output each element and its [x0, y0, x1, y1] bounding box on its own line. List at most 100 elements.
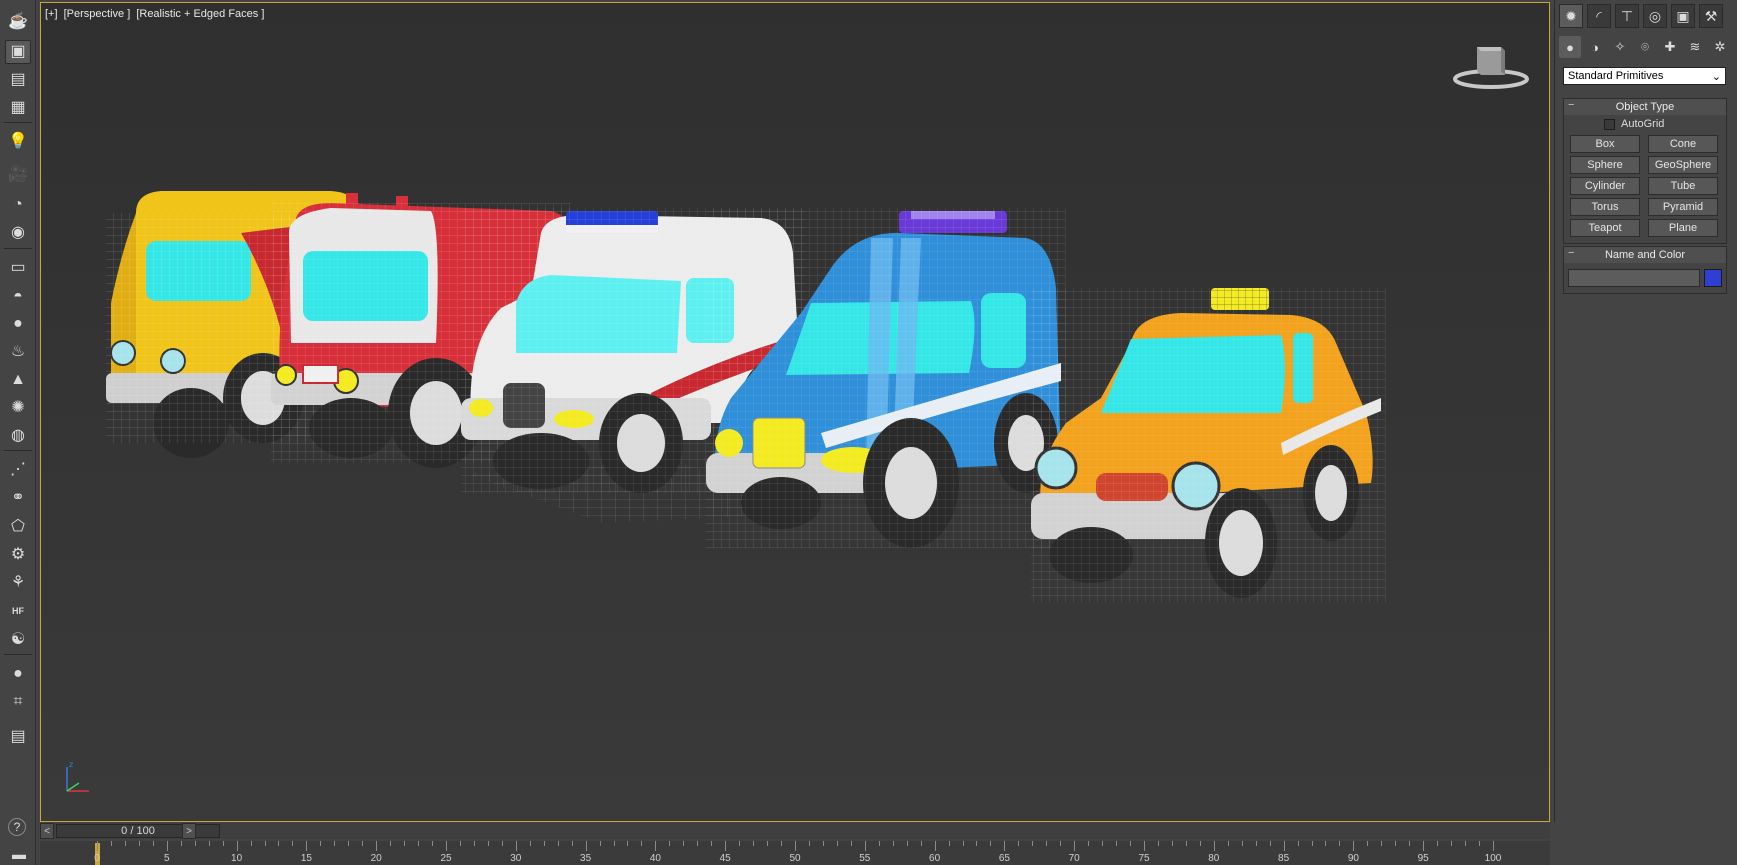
timeline-tick-label: 80	[1208, 853, 1220, 864]
render-icon[interactable]: ◔	[5, 193, 31, 217]
render-active-icon[interactable]: ◉	[5, 221, 31, 245]
timeline-tick	[362, 841, 364, 846]
create-tab-icon[interactable]: ✹	[1559, 4, 1583, 28]
teapot-button[interactable]: Teapot	[1570, 219, 1640, 237]
gear-icon[interactable]: ⚙	[5, 543, 31, 567]
timeline-tick-label: 50	[789, 853, 801, 864]
timeline-tick	[739, 841, 741, 846]
teapot-icon[interactable]: ☕	[5, 10, 31, 34]
modify-tab-icon[interactable]: ◜	[1587, 4, 1611, 28]
time-prev-button[interactable]: <	[40, 823, 54, 839]
shell-icon[interactable]: ☯	[5, 628, 31, 652]
material-editor-icon[interactable]: ▤	[5, 68, 31, 92]
timeline-tick	[418, 841, 420, 846]
timeline-tick	[501, 841, 503, 846]
timeline-tick	[1185, 841, 1187, 846]
material-ball-icon[interactable]: ●	[5, 662, 31, 686]
mini-listener-icon[interactable]: ▬	[8, 844, 30, 864]
hair-fur-icon[interactable]: HF	[5, 599, 31, 623]
layers-icon[interactable]: ▤	[5, 725, 31, 749]
object-name-input[interactable]	[1568, 269, 1700, 287]
helpers-icon[interactable]: ✚	[1659, 36, 1681, 58]
timeline-tick-label: 95	[1417, 853, 1429, 864]
render-setup-icon[interactable]: ▣	[5, 40, 31, 64]
render-frame-icon[interactable]: ▦	[5, 96, 31, 120]
sky-icon[interactable]: ◍	[5, 424, 31, 448]
cone-icon[interactable]: ▲	[5, 368, 31, 392]
timeline-tick	[97, 841, 98, 851]
timeline-tick-label: 75	[1138, 853, 1150, 864]
teapot-primitive-icon[interactable]: ♨	[5, 340, 31, 364]
particles-icon[interactable]: ⋰	[5, 458, 31, 482]
torus-button[interactable]: Torus	[1570, 198, 1640, 216]
timeline-tick	[557, 841, 559, 846]
timeline-tick	[1171, 841, 1173, 846]
lights-subtab-icon[interactable]: ✧	[1609, 36, 1631, 58]
lights-icon[interactable]: 💡	[5, 130, 31, 154]
hierarchy-tab-icon[interactable]: ⊤	[1615, 4, 1639, 28]
track-bar[interactable]: 0 5 10 15 20 25 30 35 40 45 50 55 60 65 70 75 80 85 90 95 10…	[40, 841, 1550, 865]
lattice-icon[interactable]: ⬠	[5, 515, 31, 539]
timeline-tick	[1367, 841, 1369, 846]
spacewarps-icon[interactable]: ≋	[1684, 36, 1706, 58]
timeline-tick-label: 60	[929, 853, 941, 864]
object-color-swatch[interactable]	[1704, 269, 1722, 287]
sun-icon[interactable]: ✺	[5, 396, 31, 420]
box-primitive-icon[interactable]: ▭	[5, 256, 31, 280]
shapes-icon[interactable]: ◑	[1584, 36, 1606, 58]
timeline-tick	[1088, 841, 1090, 846]
viewcube[interactable]	[1451, 37, 1531, 97]
timeline-tick	[753, 841, 755, 846]
compound-icon[interactable]: ⚭	[5, 486, 31, 510]
timeline-tick	[1465, 841, 1467, 846]
timeline-tick	[1157, 841, 1159, 846]
perspective-viewport[interactable]: [+] [Perspective ] [Realistic + Edged Fa…	[40, 2, 1550, 822]
autogrid-row[interactable]: AutoGrid	[1564, 115, 1726, 133]
time-slider[interactable]: < 0 / 100 >	[40, 823, 1550, 839]
scene-render[interactable]	[41, 3, 1550, 822]
timeline-tick	[822, 841, 824, 846]
dropdown-value: Standard Primitives	[1568, 70, 1664, 82]
pyramid-button[interactable]: Pyramid	[1648, 198, 1718, 216]
timeline-tick	[1018, 841, 1020, 846]
primitive-category-dropdown[interactable]: Standard Primitives ⌄	[1563, 67, 1726, 85]
timeline-tick	[1297, 841, 1299, 846]
help-icon[interactable]: ?	[8, 818, 26, 836]
systems-icon[interactable]: ✲	[1709, 36, 1731, 58]
timeline-tick	[152, 841, 154, 846]
box-button[interactable]: Box	[1570, 135, 1640, 153]
timeline-tick-label: 30	[510, 853, 522, 864]
tube-button[interactable]: Tube	[1648, 177, 1718, 195]
cone-button[interactable]: Cone	[1648, 135, 1718, 153]
sphere-icon[interactable]: ●	[5, 312, 31, 336]
plane-button[interactable]: Plane	[1648, 219, 1718, 237]
utilities-tab-icon[interactable]: ⚒	[1699, 4, 1723, 28]
timeline-tick	[836, 841, 838, 846]
grass-icon[interactable]: ⚘	[5, 571, 31, 595]
cameras-icon[interactable]: ⌾	[1634, 36, 1656, 58]
maxscript-icon[interactable]: ⌗	[5, 690, 31, 714]
timeline-tick	[683, 841, 685, 846]
timeline-tick	[1423, 841, 1425, 851]
collapse-icon[interactable]: −	[1568, 99, 1574, 111]
timeline-tick	[878, 841, 880, 846]
chevron-down-icon: ⌄	[1711, 70, 1721, 83]
collapse-icon[interactable]: −	[1568, 247, 1574, 259]
dome-icon[interactable]: ◓	[5, 285, 31, 309]
autogrid-checkbox[interactable]	[1604, 118, 1615, 130]
geometry-icon[interactable]: ●	[1559, 36, 1581, 58]
display-tab-icon[interactable]: ▣	[1671, 4, 1695, 28]
timeline-tick	[1311, 841, 1313, 846]
timeline-tick-label: 90	[1347, 853, 1359, 864]
cylinder-button[interactable]: Cylinder	[1570, 177, 1640, 195]
timeline-tick	[446, 841, 447, 851]
name-color-header[interactable]: − Name and Color	[1564, 247, 1726, 263]
timeline-tick	[320, 841, 322, 846]
geosphere-button[interactable]: GeoSphere	[1648, 156, 1718, 174]
motion-tab-icon[interactable]: ◎	[1643, 4, 1667, 28]
object-type-header[interactable]: − Object Type	[1564, 99, 1726, 115]
timeline-tick	[990, 841, 992, 846]
time-next-button[interactable]: >	[182, 823, 196, 839]
sphere-button[interactable]: Sphere	[1570, 156, 1640, 174]
camera-icon[interactable]: 🎥	[5, 163, 31, 187]
